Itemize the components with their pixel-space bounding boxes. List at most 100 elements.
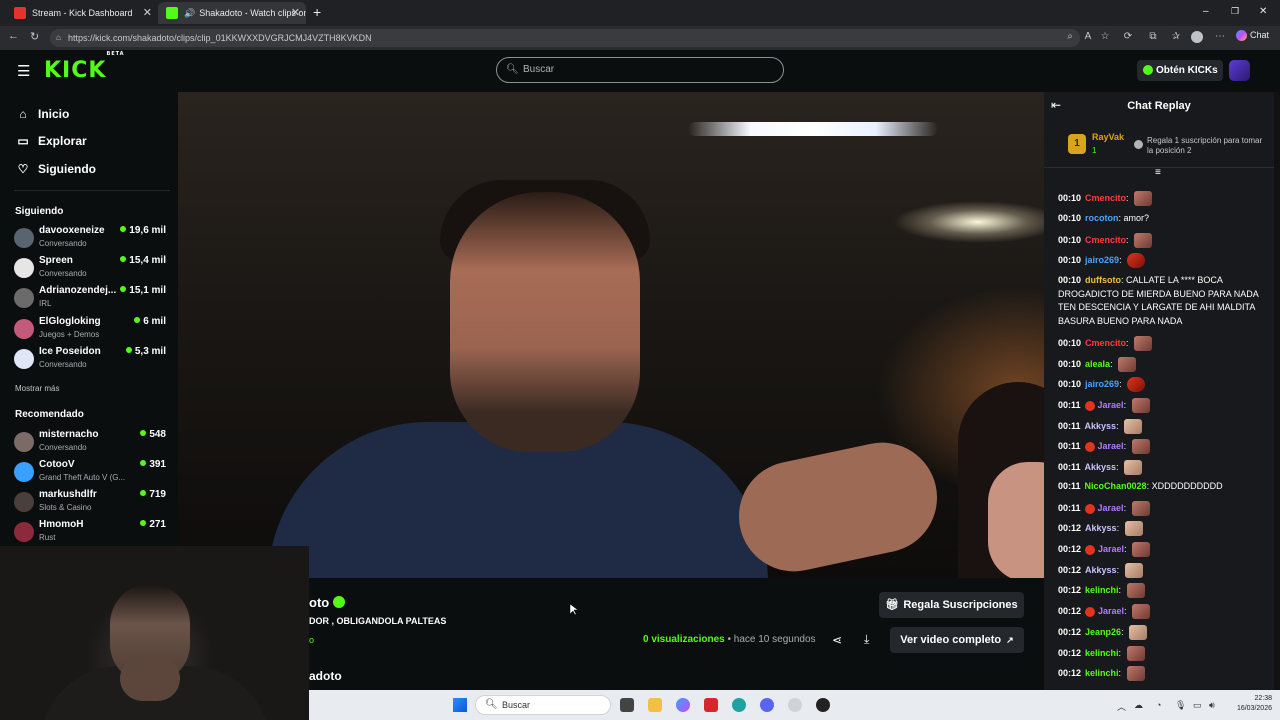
more-menu-icon[interactable]: ⋯ xyxy=(1214,31,1226,43)
read-aloud-icon[interactable]: A xyxy=(1082,31,1094,43)
onedrive-icon[interactable]: ☁ xyxy=(1134,700,1143,711)
start-menu-icon[interactable] xyxy=(453,698,467,712)
watch-full-video-button[interactable]: Ver video completo ↗ xyxy=(890,627,1024,653)
chat-username[interactable]: duffsoto xyxy=(1085,275,1121,285)
sidebar-divider xyxy=(14,190,170,191)
video-frame-person-head xyxy=(450,192,640,452)
chat-username[interactable]: jairo269 xyxy=(1085,255,1119,265)
copilot-app-icon[interactable] xyxy=(676,698,690,712)
share-icon[interactable]: ⋖ xyxy=(832,633,842,647)
channel-item-adrianozendejas[interactable]: Adrianozendej... IRL 15,1 mil xyxy=(14,284,170,312)
get-kicks-button[interactable]: Obtén KICKs xyxy=(1137,60,1223,81)
chat-username[interactable]: Jarael xyxy=(1098,400,1124,410)
discord-icon[interactable] xyxy=(760,698,774,712)
video-player[interactable] xyxy=(178,92,1044,578)
close-tab-icon[interactable]: ✕ xyxy=(291,6,300,19)
collections-icon[interactable]: ✰ xyxy=(1170,31,1182,43)
chat-username[interactable]: Jarael xyxy=(1098,441,1124,451)
channel-item-davooxeneize[interactable]: davooxeneize Conversando 19,6 mil xyxy=(14,224,170,252)
zoom-icon[interactable]: ⌕ xyxy=(1064,31,1076,43)
clip-category-link[interactable]: o xyxy=(309,635,314,645)
chat-username[interactable]: Jeanp26 xyxy=(1085,627,1121,637)
channel-item-cotoov[interactable]: CotooV Grand Theft Auto V (G... 391 xyxy=(14,458,170,486)
channel-item-hmomoh[interactable]: HmomoH Rust 271 xyxy=(14,518,170,546)
taskbar-search-input[interactable]: 🔍︎ Buscar xyxy=(475,695,611,715)
address-bar[interactable]: ⌂ https://kick.com/shakadoto/clips/clip_… xyxy=(50,29,1080,47)
chat-username[interactable]: Jarael xyxy=(1098,606,1124,616)
chat-username[interactable]: kelinchi xyxy=(1085,648,1119,658)
chat-username[interactable]: Cmencito xyxy=(1085,235,1126,245)
chat-username[interactable]: Akkyss xyxy=(1085,421,1117,431)
channel-item-spreen[interactable]: Spreen Conversando 15,4 mil xyxy=(14,254,170,282)
chat-username[interactable]: kelinchi xyxy=(1085,585,1119,595)
obs-icon[interactable] xyxy=(788,698,802,712)
gift-subscriptions-button[interactable]: 🎁︎ Regala Suscripciones xyxy=(879,592,1024,618)
channel-item-misternacho[interactable]: misternacho Conversando 548 xyxy=(14,428,170,456)
chat-username[interactable]: Akkyss xyxy=(1085,565,1117,575)
task-view-icon[interactable] xyxy=(620,698,634,712)
display-icon[interactable]: ▭ xyxy=(1193,700,1202,711)
audio-icon[interactable]: 🔊 xyxy=(184,8,195,19)
download-icon[interactable]: ⤓ xyxy=(864,632,869,647)
split-screen-icon[interactable]: ⧉ xyxy=(1147,31,1159,43)
tray-chevron-icon[interactable]: ︿ xyxy=(1117,700,1126,713)
wifi-icon[interactable]: ◔ xyxy=(1156,700,1161,710)
chat-filter-icon[interactable]: ≡ xyxy=(1155,167,1161,178)
chat-username[interactable]: jairo269 xyxy=(1085,379,1119,389)
user-avatar[interactable] xyxy=(1229,60,1250,81)
show-more-link[interactable]: Mostrar más xyxy=(15,384,59,393)
new-tab-button[interactable]: + xyxy=(313,4,321,20)
chat-username[interactable]: kelinchi xyxy=(1085,668,1119,678)
sidebar-item-siguiendo[interactable]: ♡ Siguiendo xyxy=(16,162,96,176)
minimize-button[interactable]: – xyxy=(1203,6,1209,17)
reload-icon[interactable]: ↻ xyxy=(30,30,39,43)
chat-username[interactable]: Jarael xyxy=(1098,503,1124,513)
profile-avatar-icon[interactable] xyxy=(1191,31,1203,43)
channel-item-ice-poseidon[interactable]: Ice Poseidon Conversando 5,3 mil xyxy=(14,345,170,373)
video-frame-second-person-face xyxy=(988,462,1044,578)
chat-username[interactable]: rocoton xyxy=(1085,213,1119,223)
channel-item-markushdlfr[interactable]: markushdlfr Slots & Casino 719 xyxy=(14,488,170,516)
chat-separator: : xyxy=(1126,337,1132,348)
chat-username[interactable]: Akkyss xyxy=(1085,462,1117,472)
recording-app-icon[interactable] xyxy=(816,698,830,712)
browser-tab-bar: Stream - Kick Dashboard ✕ 🔊 Shakadoto - … xyxy=(0,0,1280,26)
extensions-icon[interactable]: ⟳ xyxy=(1122,31,1134,43)
chat-separator: : xyxy=(1110,358,1116,369)
webcam-overlay xyxy=(0,546,309,720)
sidebar-item-explorar[interactable]: ▭ Explorar xyxy=(16,134,86,148)
lock-icon: ⌂ xyxy=(56,33,61,42)
back-icon[interactable]: ← xyxy=(8,30,19,42)
wps-app-icon[interactable] xyxy=(704,698,718,712)
clip-channel-name[interactable]: oto xyxy=(309,595,346,610)
close-tab-icon[interactable]: ✕ xyxy=(143,6,152,19)
chat-text: amor? xyxy=(1123,213,1150,223)
leader-username[interactable]: RayVak xyxy=(1092,132,1124,142)
microphone-icon[interactable]: 🎙︎ xyxy=(1175,700,1186,711)
favorite-star-icon[interactable]: ☆ xyxy=(1099,31,1111,43)
volume-icon[interactable]: 🔊︎ xyxy=(1209,700,1215,711)
edge-browser-icon[interactable] xyxy=(732,698,746,712)
page-scrollbar[interactable] xyxy=(1274,92,1280,690)
channel-category: Grand Theft Auto V (G... xyxy=(39,473,126,482)
kick-logo[interactable]: KICKBETA xyxy=(44,51,125,83)
chat-username[interactable]: Cmencito xyxy=(1085,193,1126,203)
taskbar-clock[interactable]: 22:38 16/03/2026 xyxy=(1224,694,1272,714)
chat-username[interactable]: Cmencito xyxy=(1085,338,1126,348)
chat-username[interactable]: NicoChan0028 xyxy=(1085,481,1147,491)
chat-username[interactable]: Jarael xyxy=(1098,544,1124,554)
search-input[interactable]: 🔍︎ Buscar xyxy=(496,57,784,83)
close-window-button[interactable]: ✕ xyxy=(1259,6,1267,17)
chat-username[interactable]: aleala xyxy=(1085,359,1110,369)
channel-item-elglogloking[interactable]: ElGlogloking Juegos + Demos 6 mil xyxy=(14,315,170,343)
browser-tab-dashboard[interactable]: Stream - Kick Dashboard ✕ xyxy=(6,2,158,24)
file-explorer-icon[interactable] xyxy=(648,698,662,712)
channel-category: Juegos + Demos xyxy=(39,330,100,339)
browser-tab-clips[interactable]: 🔊 Shakadoto - Watch clips on K ✕ xyxy=(158,2,306,24)
hamburger-menu-icon[interactable]: ☰ xyxy=(17,62,30,80)
copilot-chat-button[interactable]: Chat xyxy=(1236,30,1269,42)
gift-cta-text[interactable]: Regala 1 suscripción para tomar la posic… xyxy=(1147,136,1265,156)
maximize-button[interactable]: ❐ xyxy=(1231,6,1239,17)
sidebar-item-inicio[interactable]: ⌂ Inicio xyxy=(16,107,69,121)
chat-username[interactable]: Akkyss xyxy=(1085,523,1117,533)
